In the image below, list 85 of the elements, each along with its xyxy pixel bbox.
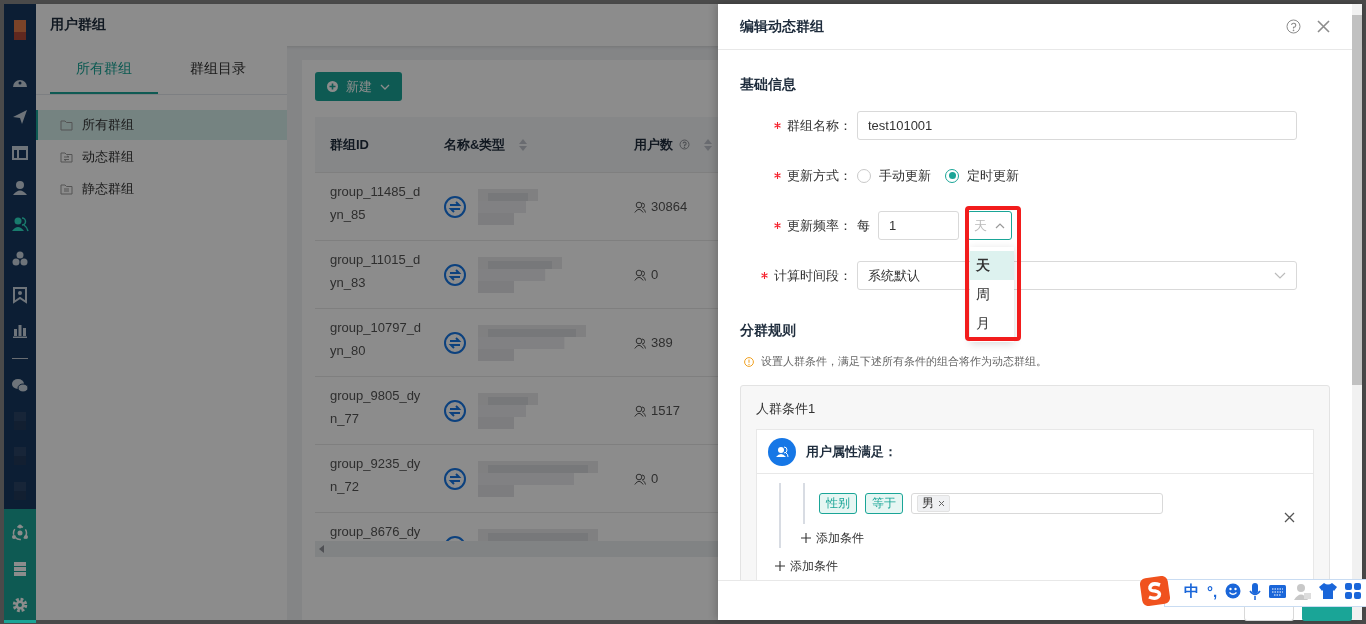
- tree-item[interactable]: 动态群组: [36, 142, 287, 172]
- tab[interactable]: 群组目录: [164, 46, 272, 94]
- punctuation-toggle[interactable]: °,: [1207, 582, 1218, 600]
- sync-icon: [444, 331, 466, 354]
- sync-icon: [444, 195, 466, 218]
- table-cell-text: group_11485_dyn_85: [330, 183, 422, 224]
- close-icon[interactable]: [1317, 20, 1330, 33]
- close-icon[interactable]: [1284, 512, 1295, 523]
- name-field[interactable]: test101001: [857, 111, 1297, 140]
- radio-option[interactable]: 定时更新: [945, 166, 1019, 185]
- ime-logo-icon[interactable]: [1140, 576, 1170, 606]
- table-cell-text: group_9235_dyn_72: [330, 455, 422, 496]
- plus-icon: [775, 561, 785, 571]
- table-cell: 0: [651, 471, 659, 486]
- table-cell: 389: [651, 335, 673, 350]
- sync-icon: [444, 399, 466, 422]
- plus-icon: [801, 533, 811, 543]
- section-title: 基础信息: [740, 76, 796, 94]
- prefix-text: 每: [857, 216, 870, 235]
- apps-icon[interactable]: [1345, 583, 1362, 599]
- column-header: 群组ID: [330, 135, 369, 154]
- help-icon[interactable]: [1286, 19, 1301, 34]
- chat-icon[interactable]: [11, 376, 29, 395]
- settings-icon[interactable]: [11, 595, 29, 614]
- info-icon: [744, 356, 754, 367]
- user-icon: [634, 472, 646, 485]
- chevron-down-icon: [380, 83, 390, 90]
- tree-item[interactable]: 静态群组: [36, 174, 287, 204]
- chevron-up-icon: [995, 222, 1005, 229]
- orbit-icon[interactable]: [11, 523, 29, 542]
- page-title: 用户群组: [50, 16, 106, 34]
- divider: [12, 357, 28, 359]
- hint-text: 设置人群条件，满足下述所有条件的组合将作为动态群组。: [761, 354, 1047, 369]
- field-label: 计算时间段：: [774, 266, 852, 285]
- chevron-down-icon: [1274, 272, 1286, 279]
- value-field[interactable]: 男: [911, 493, 1163, 514]
- plus-circle-icon: [327, 81, 338, 92]
- sync-icon: [444, 263, 466, 286]
- table-cell-text: group_10797_dyn_80: [330, 319, 422, 360]
- scrollbar[interactable]: [1352, 4, 1362, 620]
- server-icon[interactable]: [11, 559, 29, 578]
- users-icon: [768, 437, 796, 466]
- column-header: 名称&类型: [444, 135, 506, 154]
- bookmark-icon[interactable]: [11, 285, 29, 304]
- user-icon: [634, 404, 646, 417]
- table-cell: 1517: [651, 403, 680, 418]
- dropdown-option[interactable]: 天: [970, 251, 1014, 280]
- logo-icon: [11, 19, 29, 41]
- scroll-left-icon[interactable]: [319, 545, 324, 553]
- smiley-icon[interactable]: [1225, 583, 1242, 599]
- field-label: 更新方式：: [787, 166, 852, 185]
- radio-option[interactable]: 手动更新: [857, 166, 931, 185]
- microphone-icon[interactable]: [1249, 582, 1262, 600]
- group-title: 用户属性满足：: [806, 442, 897, 461]
- layout-icon[interactable]: [11, 143, 29, 162]
- table-cell-text: group_9805_dyn_77: [330, 387, 422, 428]
- folder-icon: [60, 150, 73, 164]
- user-icon: [634, 268, 646, 281]
- field-label: 更新频率：: [787, 216, 852, 235]
- shirt-icon[interactable]: [1319, 583, 1338, 599]
- table-cell: 30864: [651, 199, 688, 214]
- user-icon[interactable]: [11, 179, 29, 198]
- condition-title: 人群条件1: [756, 400, 817, 418]
- frequency-field[interactable]: 1: [878, 211, 959, 240]
- help-icon[interactable]: [679, 139, 690, 150]
- remove-icon[interactable]: [938, 500, 945, 507]
- section-title: 分群规则: [740, 322, 796, 340]
- folder-icon: [60, 118, 73, 132]
- user-icon: [634, 200, 646, 213]
- tree-item[interactable]: 所有群组: [36, 110, 287, 140]
- table-cell-text: group_8676_dy: [330, 523, 422, 541]
- table-cell: 0: [651, 267, 659, 282]
- column-header: 用户数: [634, 135, 673, 154]
- users-icon[interactable]: [11, 214, 29, 233]
- field-label: 群组名称：: [787, 116, 852, 135]
- user-icon: [634, 336, 646, 349]
- value-chip: 男: [917, 495, 950, 512]
- input-mode-toggle[interactable]: 中: [1184, 581, 1199, 601]
- table-cell-text: group_11015_dyn_83: [330, 251, 422, 292]
- drawer-title: 编辑动态群组: [740, 17, 825, 36]
- add-condition-link[interactable]: 添加条件: [801, 528, 864, 548]
- sync-icon: [444, 467, 466, 490]
- dropdown-option[interactable]: 月: [970, 309, 1014, 338]
- folder-icon: [60, 182, 73, 196]
- add-condition-link[interactable]: 添加条件: [775, 556, 838, 576]
